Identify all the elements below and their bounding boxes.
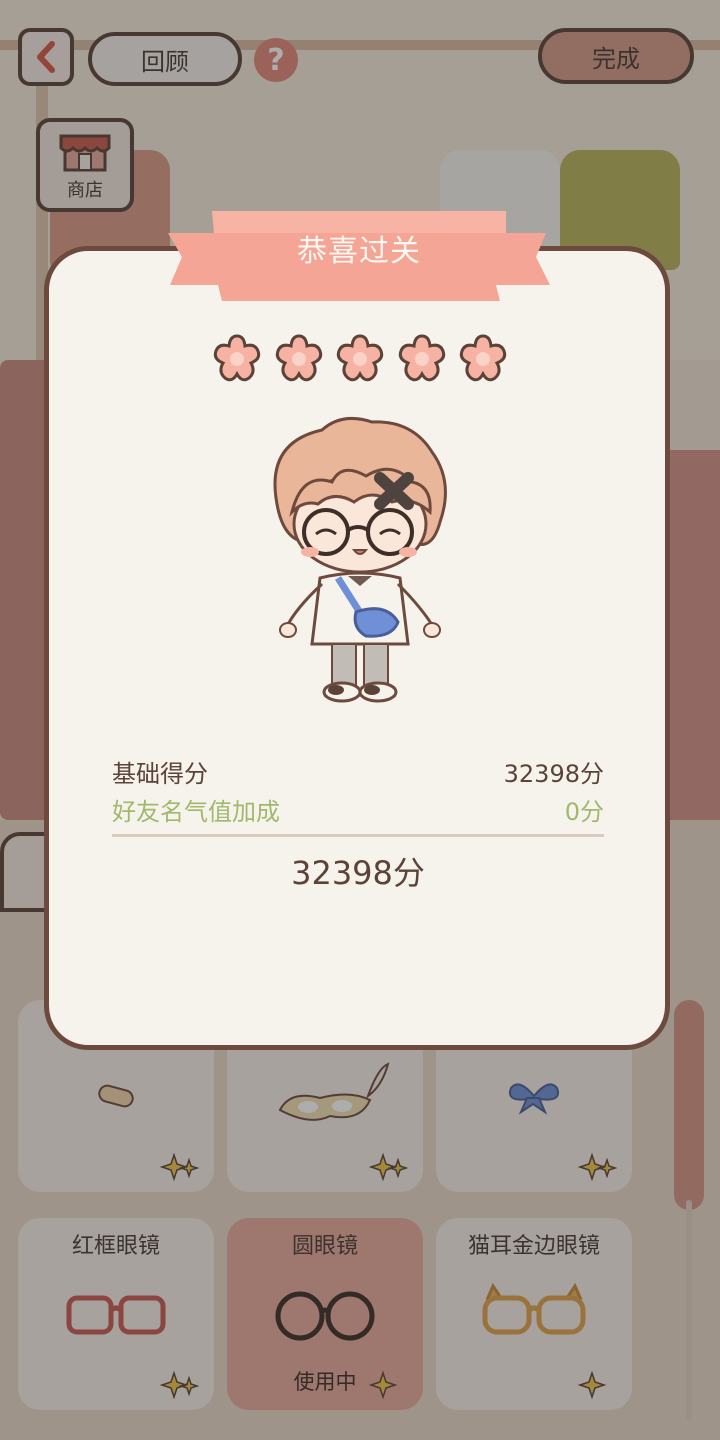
bonus-score-value: 0分 bbox=[564, 798, 604, 826]
flower-star-icon bbox=[398, 334, 445, 382]
flower-star-icon bbox=[336, 334, 384, 382]
dialog-title: 恭喜过关 bbox=[297, 234, 421, 269]
bonus-score-row: 好友名气值加成 0分 bbox=[112, 792, 604, 827]
flower-star-icon bbox=[275, 334, 322, 382]
base-score-value: 32398分 bbox=[503, 760, 604, 788]
total-score: 32398分 bbox=[291, 854, 425, 892]
flower-star-icon bbox=[459, 334, 507, 382]
flower-star-icon bbox=[213, 334, 261, 382]
bonus-score-label: 好友名气值加成 bbox=[112, 798, 280, 826]
character-avatar bbox=[273, 416, 447, 703]
base-score-row: 基础得分 32398分 bbox=[112, 754, 604, 789]
score-divider bbox=[112, 834, 604, 837]
base-score-label: 基础得分 bbox=[112, 760, 208, 788]
star-rating bbox=[210, 332, 510, 388]
